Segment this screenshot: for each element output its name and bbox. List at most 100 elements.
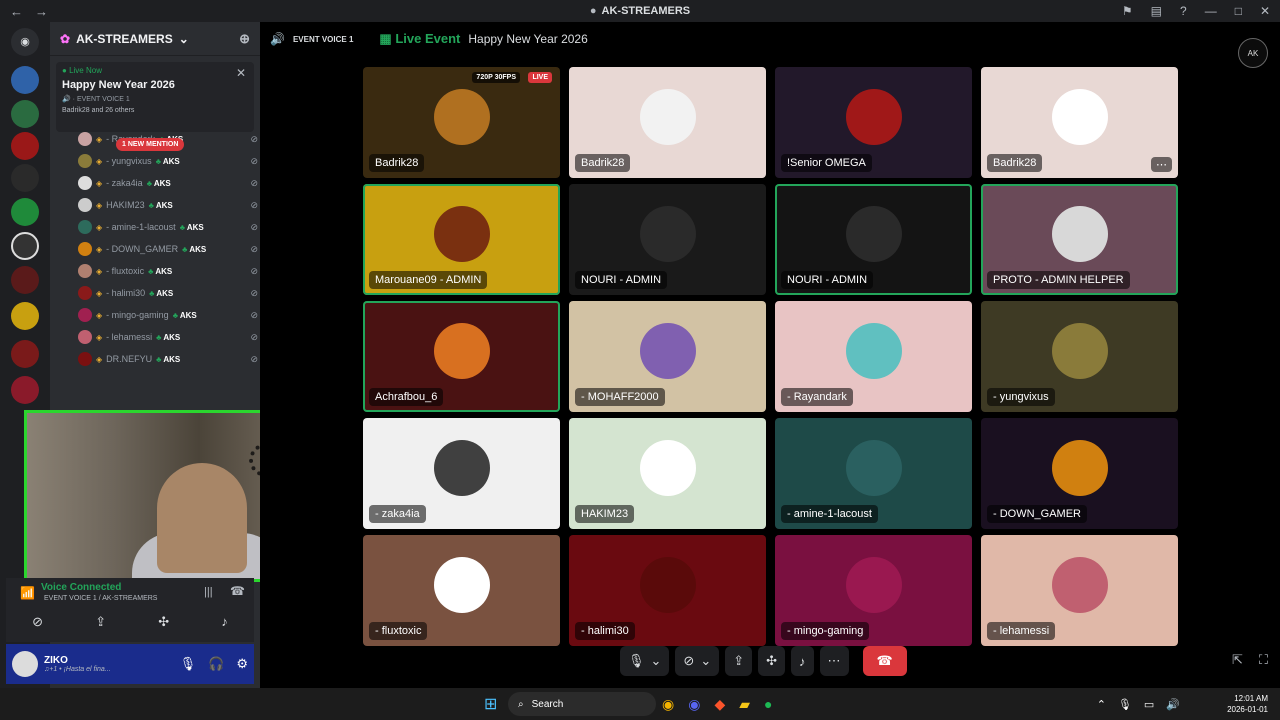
list-item[interactable]: ◈- lehamessiAKS ⊘ — [78, 326, 258, 348]
noise-suppression-icon[interactable]: ||| — [204, 586, 213, 598]
server-icon[interactable] — [11, 232, 39, 260]
camera-button[interactable]: ⊘ ⌄ — [675, 646, 720, 676]
list-item[interactable]: ◈HAKIM23 AKS ⊘ — [78, 194, 258, 216]
screen-share-button[interactable]: ⇪ — [725, 646, 753, 676]
list-item[interactable]: ◈DR.NEFYUAKS ⊘ — [78, 348, 258, 370]
list-item[interactable]: ◈- mingo-gaming AKS ⊘ — [78, 304, 258, 326]
activities-icon[interactable]: ✣ — [158, 614, 169, 630]
server-icon[interactable] — [11, 66, 39, 94]
add-member-icon[interactable]: ⊕ — [239, 31, 250, 47]
avatar — [1051, 88, 1108, 145]
soundboard-icon[interactable]: ♪ — [221, 614, 228, 630]
maximize-icon[interactable]: □ — [1235, 4, 1242, 18]
file-explorer-icon[interactable]: ▰ — [739, 696, 750, 713]
camera-off-icon[interactable]: ⊘ — [32, 614, 43, 630]
video-tile[interactable]: - amine-1-lacoust — [775, 418, 972, 529]
spotify-icon[interactable]: ● — [764, 696, 772, 713]
close-icon[interactable]: ✕ — [1260, 4, 1270, 18]
video-tile[interactable]: PROTO - ADMIN HELPER — [981, 184, 1178, 295]
headphones-icon[interactable]: 🎧 — [208, 656, 224, 672]
microphone-icon[interactable]: 🎙 — [1118, 698, 1132, 711]
server-icon[interactable] — [11, 266, 39, 294]
activities-button[interactable]: ✣ — [758, 646, 786, 676]
more-icon: ⋯ — [827, 653, 841, 668]
mute-button[interactable]: 🎙 ⌄ — [620, 646, 670, 676]
video-tile[interactable]: Badrik28 ⋯ — [981, 67, 1178, 178]
video-tile[interactable]: !Senior OMEGA — [775, 67, 972, 178]
forward-arrow-icon[interactable]: → — [35, 4, 48, 19]
video-tile[interactable]: - halimi30 — [569, 535, 766, 646]
brave-icon[interactable]: ◆ — [714, 696, 725, 713]
taskbar-clock[interactable]: 12:01 AM 2026-01-01 — [1227, 693, 1268, 715]
video-tile[interactable]: Badrik28 720P 30FPS LIVE — [363, 67, 560, 178]
avatar — [1051, 556, 1108, 613]
close-icon[interactable]: ✕ — [236, 66, 246, 80]
list-item[interactable]: ◈- DOWN_GAMERAKS ⊘ — [78, 238, 258, 260]
server-icon[interactable] — [11, 198, 39, 226]
server-icon[interactable] — [11, 100, 39, 128]
more-options-button[interactable]: ⋯ — [819, 646, 849, 676]
video-tile[interactable]: - yungvixus — [981, 301, 1178, 412]
soundboard-button[interactable]: ♪ — [791, 646, 814, 676]
member-name: - fluxtoxic — [106, 266, 145, 276]
windows-start-icon[interactable]: ⊞ — [484, 694, 497, 714]
video-tile[interactable]: NOURI - ADMIN — [775, 184, 972, 295]
back-arrow-icon[interactable]: ← — [10, 4, 23, 19]
list-item[interactable]: ◈- fluxtoxicAKS ⊘ — [78, 260, 258, 282]
video-tile[interactable]: - DOWN_GAMER — [981, 418, 1178, 529]
microphone-icon[interactable]: 🎙 — [180, 656, 197, 672]
event-attendees: Badrik28 and 26 others — [62, 107, 135, 114]
disconnect-button[interactable]: ☎ — [862, 646, 907, 676]
video-tile[interactable]: - fluxtoxic — [363, 535, 560, 646]
minimize-icon[interactable]: — — [1205, 4, 1217, 18]
discord-icon[interactable]: ◉ — [688, 696, 700, 713]
chevron-up-icon[interactable]: ⌃ — [1097, 698, 1106, 711]
video-tile[interactable]: - Rayandark — [775, 301, 972, 412]
live-event-label[interactable]: ▦ Live Event — [379, 31, 460, 47]
muted-icon: ⊘ — [250, 221, 258, 232]
voice-status[interactable]: Voice Connected — [41, 582, 121, 593]
badge-icon: ◈ — [96, 156, 103, 166]
new-mention-badge[interactable]: 1 NEW MENTION — [116, 138, 185, 151]
video-tile[interactable]: - MOHAFF2000 — [569, 301, 766, 412]
server-icon[interactable] — [11, 164, 39, 192]
network-icon[interactable]: ▭ — [1144, 698, 1154, 711]
video-tile[interactable]: NOURI - ADMIN — [569, 184, 766, 295]
chevron-down-icon: ⌄ — [650, 653, 662, 668]
help-icon[interactable]: ? — [1180, 4, 1187, 18]
flag-icon[interactable]: ⚑ — [1122, 4, 1133, 18]
list-item[interactable]: ◈- zaka4ia AKS ⊘ — [78, 172, 258, 194]
server-icon[interactable] — [11, 132, 39, 160]
video-tile[interactable]: - lehamessi — [981, 535, 1178, 646]
video-tile[interactable]: Achrafbou_6 — [363, 301, 560, 412]
video-tile[interactable]: HAKIM23 — [569, 418, 766, 529]
fullscreen-icon[interactable]: ⛶ — [1259, 652, 1268, 668]
video-tile[interactable]: - mingo-gaming — [775, 535, 972, 646]
muted-icon: ⊘ — [250, 177, 258, 188]
server-icon[interactable] — [11, 340, 39, 368]
signal-icon[interactable]: 📶 — [20, 586, 35, 600]
video-tile[interactable]: Marouane09 - ADMIN — [363, 184, 560, 295]
taskbar-search[interactable]: ⌕ Search — [508, 692, 656, 716]
more-icon[interactable]: ⋯ — [1151, 157, 1172, 172]
direct-messages-icon[interactable]: ◉ — [11, 28, 39, 56]
disconnect-icon[interactable]: ☎ — [230, 584, 245, 598]
screen-share-icon[interactable]: ⇪ — [95, 614, 106, 630]
list-item[interactable]: ◈- halimi30AKS ⊘ — [78, 282, 258, 304]
chrome-icon[interactable]: ◉ — [662, 696, 674, 713]
inbox-icon[interactable]: ▤ — [1151, 4, 1162, 18]
event-channel: 🔊 · EVENT VOICE 1 — [62, 96, 130, 103]
avatar[interactable] — [12, 651, 38, 677]
event-card[interactable]: ● Live Now Happy New Year 2026 🔊 · EVENT… — [56, 62, 254, 132]
list-item[interactable]: ◈- yungvixus AKS ⊘ — [78, 150, 258, 172]
server-header[interactable]: ✿ AK-STREAMERS ⌄ ⊕ — [50, 22, 260, 56]
list-item[interactable]: ◈- amine-1-lacoust AKS ⊘ — [78, 216, 258, 238]
video-tile[interactable]: Badrik28 — [569, 67, 766, 178]
server-avatar[interactable]: AK — [1238, 38, 1268, 68]
volume-icon[interactable]: 🔊 — [1166, 698, 1180, 711]
popout-icon[interactable]: ⇱ — [1232, 652, 1243, 668]
server-icon[interactable] — [11, 302, 39, 330]
settings-icon[interactable]: ⚙ — [236, 656, 248, 672]
video-tile[interactable]: - zaka4ia — [363, 418, 560, 529]
server-icon[interactable] — [11, 376, 39, 404]
